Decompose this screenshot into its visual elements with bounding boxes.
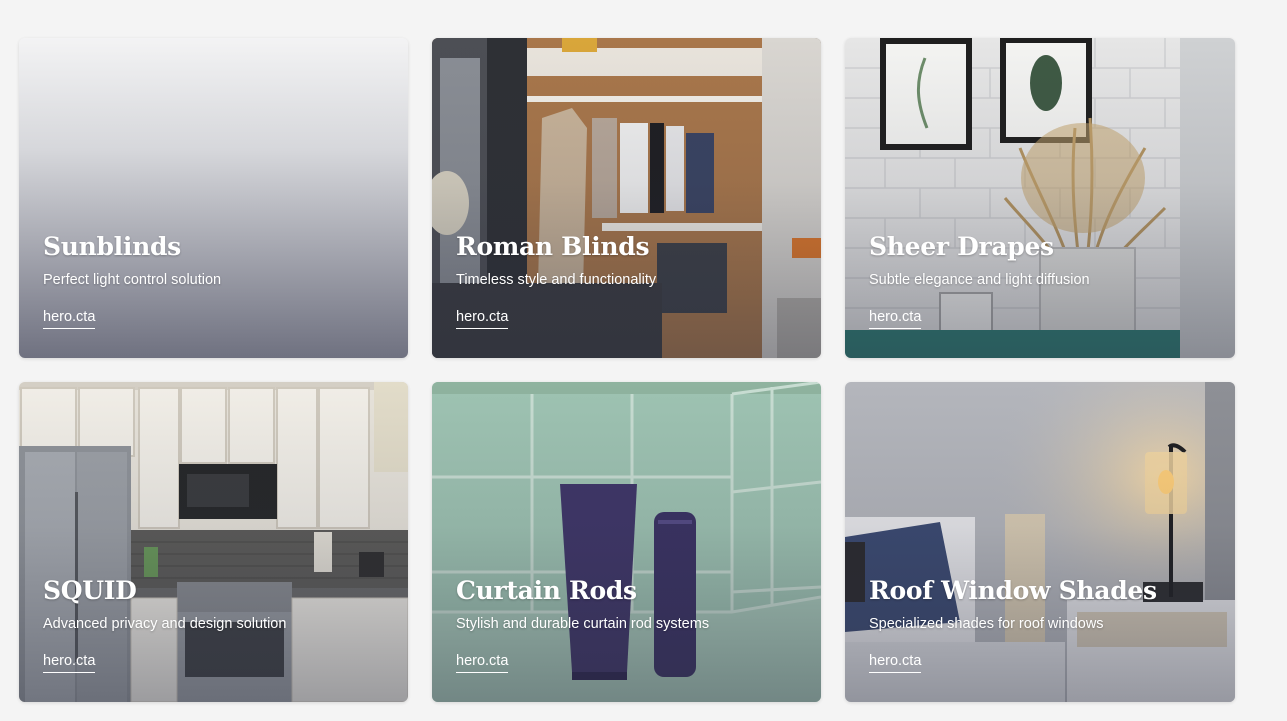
card-sheer-drapes[interactable]: Sheer Drapes Subtle elegance and light d… <box>845 38 1235 358</box>
card-cta-link[interactable]: hero.cta <box>869 309 922 329</box>
card-squid[interactable]: SQUID Advanced privacy and design soluti… <box>19 382 408 702</box>
card-description: Advanced privacy and design solution <box>43 616 287 632</box>
card-curtain-rods[interactable]: Curtain Rods Stylish and durable curtain… <box>432 382 821 702</box>
card-title: Roof Window Shades <box>869 576 1157 605</box>
card-description: Stylish and durable curtain rod systems <box>456 616 710 632</box>
card-content: Roman Blinds Timeless style and function… <box>456 230 801 329</box>
card-title: SQUID <box>43 576 137 605</box>
card-title: Roman Blinds <box>456 232 650 261</box>
card-cta-link[interactable]: hero.cta <box>43 309 96 329</box>
card-content: Sheer Drapes Subtle elegance and light d… <box>869 230 1215 329</box>
card-title: Sunblinds <box>43 232 181 261</box>
card-title: Curtain Rods <box>456 576 637 605</box>
card-description: Perfect light control solution <box>43 272 222 288</box>
card-roman-blinds[interactable]: Roman Blinds Timeless style and function… <box>432 38 821 358</box>
card-description: Subtle elegance and light diffusion <box>869 272 1090 288</box>
card-cta-link[interactable]: hero.cta <box>869 653 922 673</box>
card-grid: Sunblinds Perfect light control solution… <box>19 38 1235 702</box>
card-description: Timeless style and functionality <box>456 272 657 288</box>
card-roof-window-shades[interactable]: Roof Window Shades Specialized shades fo… <box>845 382 1235 702</box>
card-content: Roof Window Shades Specialized shades fo… <box>869 574 1215 673</box>
card-sunblinds[interactable]: Sunblinds Perfect light control solution… <box>19 38 408 358</box>
card-cta-link[interactable]: hero.cta <box>456 309 509 329</box>
card-content: Sunblinds Perfect light control solution… <box>43 230 388 329</box>
card-title: Sheer Drapes <box>869 232 1054 261</box>
card-description: Specialized shades for roof windows <box>869 616 1104 632</box>
card-cta-link[interactable]: hero.cta <box>456 653 509 673</box>
card-content: SQUID Advanced privacy and design soluti… <box>43 574 388 673</box>
card-cta-link[interactable]: hero.cta <box>43 653 96 673</box>
card-content: Curtain Rods Stylish and durable curtain… <box>456 574 801 673</box>
